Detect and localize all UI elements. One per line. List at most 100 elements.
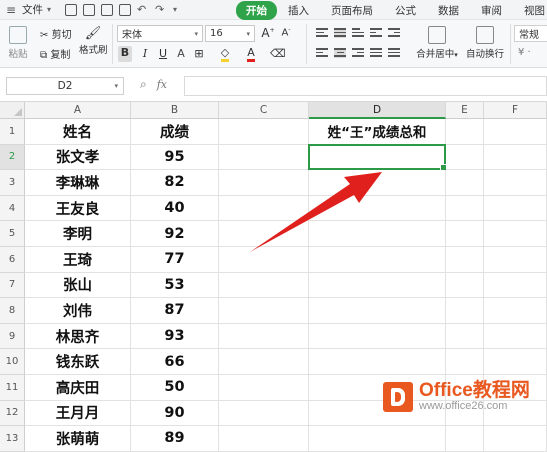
cell-e9[interactable]: [446, 323, 484, 350]
cell-d3[interactable]: [309, 170, 446, 196]
cell-d9[interactable]: [309, 323, 446, 350]
align-left-icon[interactable]: [316, 48, 328, 58]
grow-font-icon[interactable]: A+: [261, 26, 275, 40]
row-header-9[interactable]: 9: [0, 323, 25, 350]
cell-f8[interactable]: [484, 298, 547, 324]
cell-f13[interactable]: [484, 426, 547, 452]
fill-color-icon[interactable]: ◇: [218, 46, 232, 62]
cell-f4[interactable]: [484, 195, 547, 222]
cell-c9[interactable]: [219, 323, 309, 350]
cell-d2[interactable]: [308, 143, 447, 171]
row-header-10[interactable]: 10: [0, 349, 25, 375]
cell-f2[interactable]: [484, 144, 547, 171]
select-all-corner[interactable]: [0, 102, 25, 119]
cell-f5[interactable]: [484, 221, 547, 247]
row-header-7[interactable]: 7: [0, 272, 25, 299]
align-middle-icon[interactable]: [334, 28, 346, 38]
italic-button[interactable]: I: [138, 47, 152, 60]
cell-a2[interactable]: 张文孝: [25, 144, 131, 171]
undo-icon[interactable]: ↶: [137, 3, 149, 16]
cell-e1[interactable]: [446, 119, 484, 145]
cell-a7[interactable]: 张山: [25, 272, 131, 299]
column-header-f[interactable]: F: [484, 102, 547, 119]
cell-a9[interactable]: 林思齐: [25, 323, 131, 350]
cell-d4[interactable]: [309, 195, 446, 222]
row-header-6[interactable]: 6: [0, 247, 25, 273]
row-header-12[interactable]: 12: [0, 400, 25, 427]
font-size-select[interactable]: 16 ▾: [205, 25, 255, 42]
align-center-icon[interactable]: [334, 48, 346, 58]
row-header-3[interactable]: 3: [0, 170, 25, 196]
fx-icon[interactable]: fx: [157, 78, 167, 91]
cell-e8[interactable]: [446, 298, 484, 324]
cell-c13[interactable]: [219, 426, 309, 452]
cell-c1[interactable]: [219, 119, 309, 145]
shrink-font-icon[interactable]: A-: [279, 26, 293, 38]
column-header-d[interactable]: D: [309, 102, 446, 119]
cell-e3[interactable]: [446, 170, 484, 196]
cell-b4[interactable]: 40: [131, 195, 219, 222]
cell-a13[interactable]: 张萌萌: [25, 426, 131, 452]
tab-view[interactable]: 视图: [513, 3, 547, 18]
indent-right-icon[interactable]: [388, 28, 400, 38]
cell-c10[interactable]: [219, 349, 309, 375]
cell-d10[interactable]: [309, 349, 446, 375]
cell-b3[interactable]: 82: [131, 170, 219, 196]
chevron-down-icon[interactable]: ▾: [173, 4, 185, 16]
indent-left-icon[interactable]: [370, 28, 382, 38]
cell-a1[interactable]: 姓名: [25, 119, 131, 145]
cell-a3[interactable]: 李琳琳: [25, 170, 131, 196]
cell-c7[interactable]: [219, 272, 309, 299]
hamburger-icon[interactable]: ≡: [6, 3, 20, 17]
paste-button[interactable]: 粘贴: [4, 26, 32, 60]
wrap-text-button[interactable]: 自动换行: [466, 26, 504, 60]
underline-button[interactable]: U: [156, 47, 170, 60]
tab-review[interactable]: 审阅: [470, 3, 513, 18]
zoom-icon[interactable]: ⌕: [140, 77, 147, 92]
cell-b2[interactable]: 95: [131, 144, 219, 171]
cell-d6[interactable]: [309, 247, 446, 273]
percent-icon[interactable]: ¥ ·: [518, 47, 531, 58]
cell-d1[interactable]: 姓“王”成绩总和: [309, 119, 446, 145]
copy-button[interactable]: ⧉ 复制: [40, 46, 70, 61]
tab-home[interactable]: 开始: [236, 0, 277, 20]
save-icon[interactable]: [65, 3, 78, 16]
borders-icon[interactable]: ⊞: [192, 47, 206, 60]
font-color-icon[interactable]: A: [244, 46, 258, 62]
merge-center-button[interactable]: 合并居中▾: [416, 26, 458, 60]
justify-icon[interactable]: [370, 48, 382, 58]
cell-b7[interactable]: 53: [131, 272, 219, 299]
cell-e6[interactable]: [446, 247, 484, 273]
column-header-c[interactable]: C: [219, 102, 309, 119]
cell-d13[interactable]: [309, 426, 446, 452]
row-header-11[interactable]: 11: [0, 375, 25, 401]
cell-a12[interactable]: 王月月: [25, 400, 131, 427]
column-header-b[interactable]: B: [131, 102, 219, 119]
tab-data[interactable]: 数据: [427, 3, 470, 18]
cell-a10[interactable]: 钱东跃: [25, 349, 131, 375]
chevron-down-icon[interactable]: ▾: [47, 5, 51, 14]
cell-a4[interactable]: 王友良: [25, 195, 131, 222]
cell-f7[interactable]: [484, 272, 547, 299]
cell-f6[interactable]: [484, 247, 547, 273]
format-painter-button[interactable]: 🖌 格式刷: [79, 26, 108, 56]
cell-b10[interactable]: 66: [131, 349, 219, 375]
cell-b11[interactable]: 50: [131, 375, 219, 401]
cut-button[interactable]: ✂ 剪切: [40, 26, 72, 41]
font-name-select[interactable]: 宋体 ▾: [117, 25, 203, 42]
cell-d5[interactable]: [309, 221, 446, 247]
tab-formulas[interactable]: 公式: [384, 3, 427, 18]
cell-c3[interactable]: [219, 170, 309, 196]
row-header-4[interactable]: 4: [0, 195, 25, 222]
cell-c5[interactable]: [219, 221, 309, 247]
number-format-select[interactable]: 常规: [514, 25, 547, 42]
cell-b9[interactable]: 93: [131, 323, 219, 350]
column-header-e[interactable]: E: [446, 102, 484, 119]
strikethrough-button[interactable]: A: [174, 47, 188, 60]
cell-b12[interactable]: 90: [131, 400, 219, 427]
formula-input[interactable]: [184, 76, 547, 96]
cell-a11[interactable]: 高庆田: [25, 375, 131, 401]
cell-e2[interactable]: [446, 144, 484, 171]
cell-a6[interactable]: 王琦: [25, 247, 131, 273]
cell-a8[interactable]: 刘伟: [25, 298, 131, 324]
